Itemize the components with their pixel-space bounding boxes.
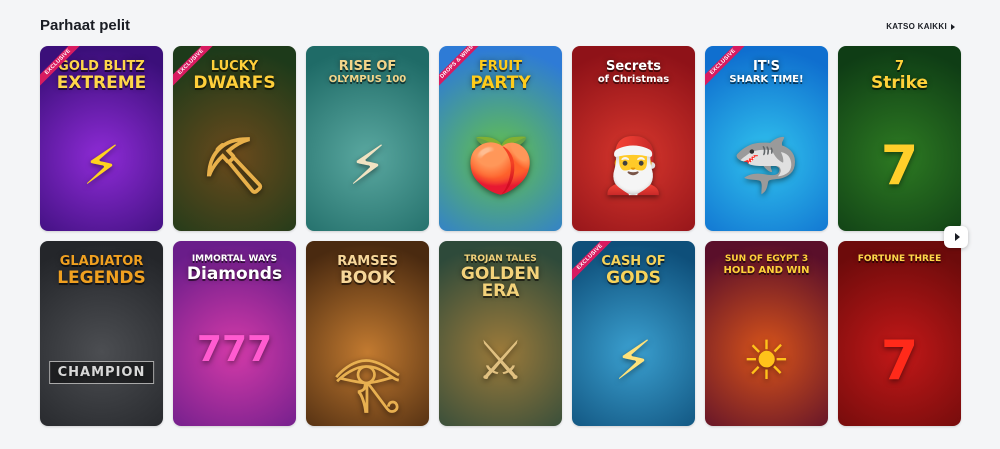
game-logo: IT'S SHARK TIME! xyxy=(711,60,822,85)
game-logo: LUCKY DWARFS xyxy=(179,60,290,92)
game-title-line1: IMMORTAL WAYS xyxy=(191,254,278,264)
game-tile[interactable]: CASH OF GODS ⚡ EXCLUSIVE xyxy=(572,241,695,426)
game-title-line2: OLYMPUS 100 xyxy=(328,74,407,85)
game-tile[interactable]: 7 Strike 7 xyxy=(838,46,961,231)
game-title-line2: PARTY xyxy=(470,73,531,93)
game-title-line1: Secrets xyxy=(605,59,662,74)
game-tile[interactable]: LUCKY DWARFS ⛏ EXCLUSIVE xyxy=(173,46,296,231)
game-logo: SUN OF EGYPT 3 HOLD AND WIN xyxy=(711,255,822,276)
game-tile[interactable]: SUN OF EGYPT 3 HOLD AND WIN ☀ xyxy=(705,241,828,426)
game-symbol-icon: 🍑 xyxy=(466,134,535,197)
game-title-line2: of Christmas xyxy=(597,74,670,85)
game-title-line1: TROJAN TALES xyxy=(464,254,537,264)
game-title-line2: SHARK TIME! xyxy=(729,74,804,85)
game-tile[interactable]: Secrets of Christmas 🎅 xyxy=(572,46,695,231)
game-logo: 7 Strike xyxy=(844,60,955,92)
game-title-line2: HOLD AND WIN xyxy=(723,265,810,276)
game-tile[interactable]: RAMSES BOOK 𓂀 xyxy=(306,241,429,426)
section-title: Parhaat pelit xyxy=(40,17,131,34)
game-title-line2: LEGENDS xyxy=(57,268,146,288)
game-symbol-icon: CHAMPION xyxy=(48,361,155,384)
game-logo: GOLD BLITZ EXTREME xyxy=(46,60,157,92)
game-title-line1: RAMSES xyxy=(337,254,398,269)
game-logo: RAMSES BOOK xyxy=(312,255,423,287)
see-all-link[interactable]: KATSO KAIKKI xyxy=(886,22,955,31)
game-tile[interactable]: FRUIT PARTY 🍑 DROPS & WINS xyxy=(439,46,562,231)
game-logo: GLADIATOR LEGENDS xyxy=(46,255,157,287)
game-title-line2: Diamonds xyxy=(186,264,283,284)
game-tile[interactable]: TROJAN TALES GOLDEN ERA ⚔ xyxy=(439,241,562,426)
game-title-line2: Strike xyxy=(871,73,928,93)
games-grid: GOLD BLITZ EXTREME ⚡ EXCLUSIVE LUCKY DWARFS ⛏ E… xyxy=(40,46,961,426)
game-symbol-icon: 𓂀 xyxy=(333,350,402,413)
game-tile[interactable]: RISE OF OLYMPUS 100 ⚡ xyxy=(306,46,429,231)
game-logo: CASH OF GODS xyxy=(578,255,689,287)
game-title-line1: 7 xyxy=(894,59,905,74)
game-symbol-icon: ⚡ xyxy=(614,329,653,392)
game-title-line2: GODS xyxy=(606,268,661,288)
chevron-right-icon xyxy=(954,233,960,241)
game-symbol-icon: ⚡ xyxy=(348,134,387,197)
game-title-line2: EXTREME xyxy=(56,73,147,93)
game-tile[interactable]: IMMORTAL WAYS Diamonds 777 xyxy=(173,241,296,426)
game-symbol-icon: 7 xyxy=(880,134,919,197)
game-symbol-icon: ⛏ xyxy=(200,134,269,197)
game-symbol-icon: ⚡ xyxy=(82,134,121,197)
game-logo: FRUIT PARTY xyxy=(445,60,556,92)
game-logo: FORTUNE THREE xyxy=(844,255,955,264)
game-symbol-icon: 🦈 xyxy=(732,134,801,197)
game-title-line1: RISE OF xyxy=(338,59,397,74)
game-title-line1: GLADIATOR xyxy=(59,254,144,269)
game-title-line2: DWARFS xyxy=(193,73,276,93)
game-title-line1: SUN OF EGYPT 3 xyxy=(724,254,809,264)
game-title-line2: GOLDEN ERA xyxy=(460,264,541,301)
game-title-line2: BOOK xyxy=(339,268,396,288)
game-tile[interactable]: GLADIATOR LEGENDS CHAMPION xyxy=(40,241,163,426)
carousel-next-button[interactable] xyxy=(944,226,968,248)
game-symbol-icon: ☀ xyxy=(742,329,791,392)
game-logo: IMMORTAL WAYS Diamonds xyxy=(179,255,290,283)
game-symbol-icon: ⚔ xyxy=(476,329,525,392)
chevron-right-icon xyxy=(951,23,955,30)
game-symbol-icon: 777 xyxy=(196,329,273,370)
game-logo: TROJAN TALES GOLDEN ERA xyxy=(445,255,556,300)
game-title-line1: FORTUNE THREE xyxy=(857,254,942,264)
game-logo: Secrets of Christmas xyxy=(578,60,689,85)
see-all-label: KATSO KAIKKI xyxy=(886,22,947,31)
game-symbol-icon: 7 xyxy=(880,329,919,392)
game-symbol-icon: 🎅 xyxy=(599,134,668,197)
game-tile[interactable]: IT'S SHARK TIME! 🦈 EXCLUSIVE xyxy=(705,46,828,231)
game-logo: RISE OF OLYMPUS 100 xyxy=(312,60,423,85)
game-tile[interactable]: GOLD BLITZ EXTREME ⚡ EXCLUSIVE xyxy=(40,46,163,231)
game-tile[interactable]: FORTUNE THREE 7 xyxy=(838,241,961,426)
